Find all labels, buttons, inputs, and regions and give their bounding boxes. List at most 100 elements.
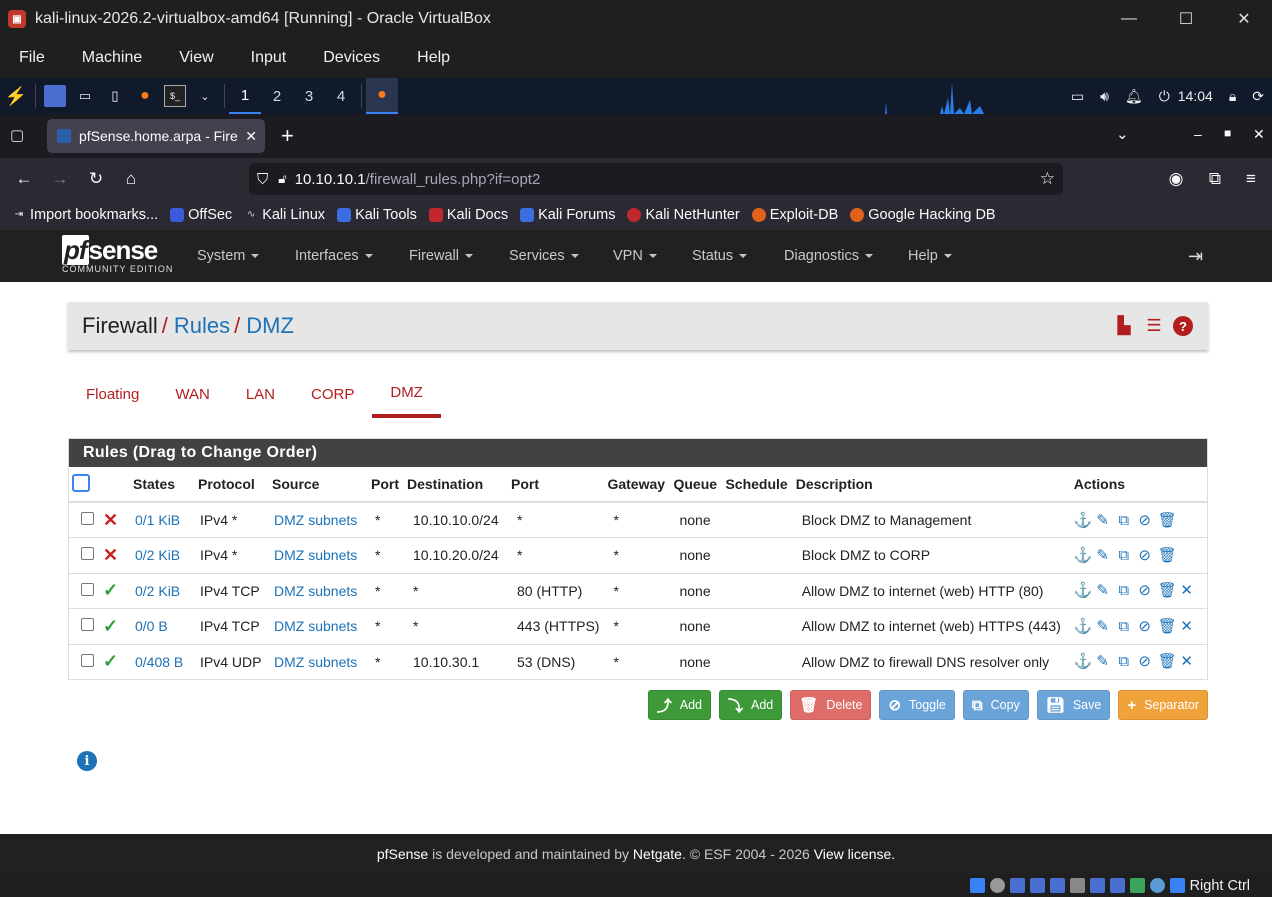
- workspace-3[interactable]: 3: [293, 78, 325, 114]
- vbox-menu-view[interactable]: View: [179, 49, 213, 67]
- kali-menu-icon[interactable]: ⚡: [5, 85, 27, 107]
- tab-close-icon[interactable]: ✕: [245, 128, 257, 145]
- home-icon[interactable]: ⌂: [116, 158, 146, 200]
- tab-overview-icon[interactable]: ▢: [10, 126, 24, 144]
- firefox-task-icon[interactable]: ●: [366, 78, 398, 114]
- source-link[interactable]: DMZ subnets: [274, 583, 357, 599]
- account-icon[interactable]: ◉: [1161, 158, 1191, 200]
- clock[interactable]: 14:04: [1178, 88, 1213, 104]
- display-icon[interactable]: [1089, 878, 1105, 893]
- menu-system[interactable]: System: [197, 230, 260, 282]
- tab-floating[interactable]: Floating: [68, 370, 157, 418]
- save-button[interactable]: 💾︎ Save: [1036, 690, 1111, 720]
- row-checkbox[interactable]: [81, 582, 94, 596]
- logout-icon[interactable]: ⟳: [1252, 88, 1264, 105]
- states-link[interactable]: 0/408 B: [135, 654, 183, 670]
- copy-icon[interactable]: ⧉: [1116, 618, 1132, 635]
- menu-vpn[interactable]: VPN: [613, 230, 657, 282]
- edit-pencil-icon[interactable]: ✎: [1095, 618, 1111, 635]
- menu-help[interactable]: Help: [908, 230, 952, 282]
- disable-icon[interactable]: ⊘: [1137, 618, 1153, 635]
- anchor-icon[interactable]: ⚓: [1074, 654, 1093, 670]
- bookmark-kali-tools[interactable]: Kali Tools: [337, 207, 417, 223]
- add-top-button[interactable]: ⤴ Add: [647, 690, 711, 720]
- cpu-icon[interactable]: [1129, 878, 1145, 893]
- breadcrumb-dmz[interactable]: DMZ: [246, 313, 294, 339]
- workspace-1[interactable]: 1: [229, 78, 261, 114]
- menu-firewall[interactable]: Firewall: [409, 230, 473, 282]
- firefox-launcher-icon[interactable]: ●: [134, 85, 156, 107]
- close-icon[interactable]: ✕: [1215, 0, 1272, 38]
- table-row[interactable]: ✕ 0/2 KiB IPv4 * DMZ subnets * 10.10.20.…: [69, 537, 1207, 574]
- bookmark-kali-nethunter[interactable]: Kali NetHunter: [627, 207, 740, 223]
- url-bar[interactable]: ⛉ 🔓︎ 10.10.10.1/firewall_rules.php?if=op…: [249, 163, 1063, 195]
- volume-icon[interactable]: 🔊︎: [1100, 88, 1109, 105]
- reload-icon[interactable]: ↻: [81, 158, 111, 200]
- source-link[interactable]: DMZ subnets: [274, 512, 357, 528]
- source-link[interactable]: DMZ subnets: [274, 654, 357, 670]
- vbox-menu-file[interactable]: File: [19, 49, 45, 67]
- trash-icon[interactable]: 🗑︎: [1158, 654, 1177, 670]
- row-checkbox[interactable]: [81, 618, 94, 632]
- footer-license[interactable]: View license.: [814, 846, 895, 862]
- display-icon[interactable]: ▭: [1071, 88, 1084, 105]
- usb-icon[interactable]: [1049, 878, 1065, 893]
- list-tabs-icon[interactable]: ⌄: [1116, 125, 1129, 143]
- lock-icon[interactable]: 🔒︎: [1229, 88, 1236, 105]
- menu-services[interactable]: Services: [509, 230, 579, 282]
- bookmark-offsec[interactable]: OffSec: [170, 207, 232, 223]
- workspace-4[interactable]: 4: [325, 78, 357, 114]
- trash-icon[interactable]: 🗑︎: [1158, 547, 1177, 564]
- footer-brand[interactable]: pfSense: [377, 846, 428, 862]
- disable-icon[interactable]: ⊘: [1137, 512, 1153, 529]
- trash-icon[interactable]: 🗑︎: [1158, 512, 1177, 529]
- copy-icon[interactable]: ⧉: [1116, 583, 1132, 599]
- bookmark-exploit-db[interactable]: Exploit-DB: [751, 207, 838, 223]
- copy-button[interactable]: ⧉ Copy: [962, 690, 1029, 720]
- states-link[interactable]: 0/1 KiB: [135, 512, 180, 528]
- trash-icon[interactable]: 🗑︎: [1158, 583, 1177, 599]
- forward-icon[interactable]: →: [45, 158, 75, 200]
- row-checkbox[interactable]: [81, 653, 94, 667]
- vbox-menu-help[interactable]: Help: [417, 49, 450, 67]
- audio-icon[interactable]: [1009, 878, 1025, 893]
- back-icon[interactable]: ←: [9, 158, 39, 200]
- tab-corp[interactable]: CORP: [293, 370, 372, 418]
- edit-pencil-icon[interactable]: ✎: [1095, 583, 1111, 599]
- show-desktop-icon[interactable]: [44, 85, 66, 107]
- vbox-menu-devices[interactable]: Devices: [323, 49, 380, 67]
- shared-folder-icon[interactable]: [1069, 878, 1085, 893]
- bookmark-star-icon[interactable]: ☆: [1040, 169, 1055, 189]
- workspace-2[interactable]: 2: [261, 78, 293, 114]
- anchor-icon[interactable]: ⚓: [1074, 512, 1093, 529]
- bookmark-kali-linux[interactable]: ∿ Kali Linux: [244, 207, 325, 223]
- toggle-button[interactable]: ⊘ Toggle: [879, 690, 955, 720]
- power-icon[interactable]: ⏻: [1159, 88, 1170, 105]
- source-link[interactable]: DMZ subnets: [274, 547, 357, 563]
- bell-icon[interactable]: 🔔︎: [1125, 88, 1143, 105]
- chevron-down-icon[interactable]: ⌄: [194, 85, 216, 107]
- breadcrumb-rules[interactable]: Rules: [174, 313, 230, 339]
- tracking-shield-icon[interactable]: ⛉: [257, 171, 268, 188]
- tab-pfsense[interactable]: pfSense.home.arpa - Fire ✕: [47, 119, 265, 153]
- globe-icon[interactable]: [1149, 878, 1165, 893]
- bookmark-kali-forums[interactable]: Kali Forums: [520, 207, 615, 223]
- bookmark-ghdb[interactable]: Google Hacking DB: [850, 207, 996, 223]
- anchor-icon[interactable]: ⚓: [1074, 547, 1093, 564]
- logout-icon[interactable]: ⇥: [1188, 230, 1203, 282]
- edit-pencil-icon[interactable]: ✎: [1095, 654, 1111, 670]
- delete-x-icon[interactable]: ✕: [1179, 654, 1195, 670]
- table-row[interactable]: ✓ 0/408 B IPv4 UDP DMZ subnets * 10.10.3…: [69, 644, 1207, 680]
- keyboard-capture-icon[interactable]: [1169, 878, 1185, 893]
- tab-wan[interactable]: WAN: [157, 370, 227, 418]
- recording-icon[interactable]: [1109, 878, 1125, 893]
- minimize-icon[interactable]: —: [1100, 0, 1158, 38]
- info-icon[interactable]: i: [77, 751, 97, 771]
- trash-icon[interactable]: 🗑︎: [1158, 618, 1177, 635]
- table-row[interactable]: ✕ 0/1 KiB IPv4 * DMZ subnets * 10.10.10.…: [69, 502, 1207, 538]
- vbox-menu-machine[interactable]: Machine: [82, 49, 142, 67]
- new-tab-icon[interactable]: +: [281, 123, 294, 149]
- add-bottom-button[interactable]: ⤵ Add: [719, 690, 783, 720]
- copy-icon[interactable]: ⧉: [1116, 547, 1132, 564]
- states-link[interactable]: 0/2 KiB: [135, 547, 180, 563]
